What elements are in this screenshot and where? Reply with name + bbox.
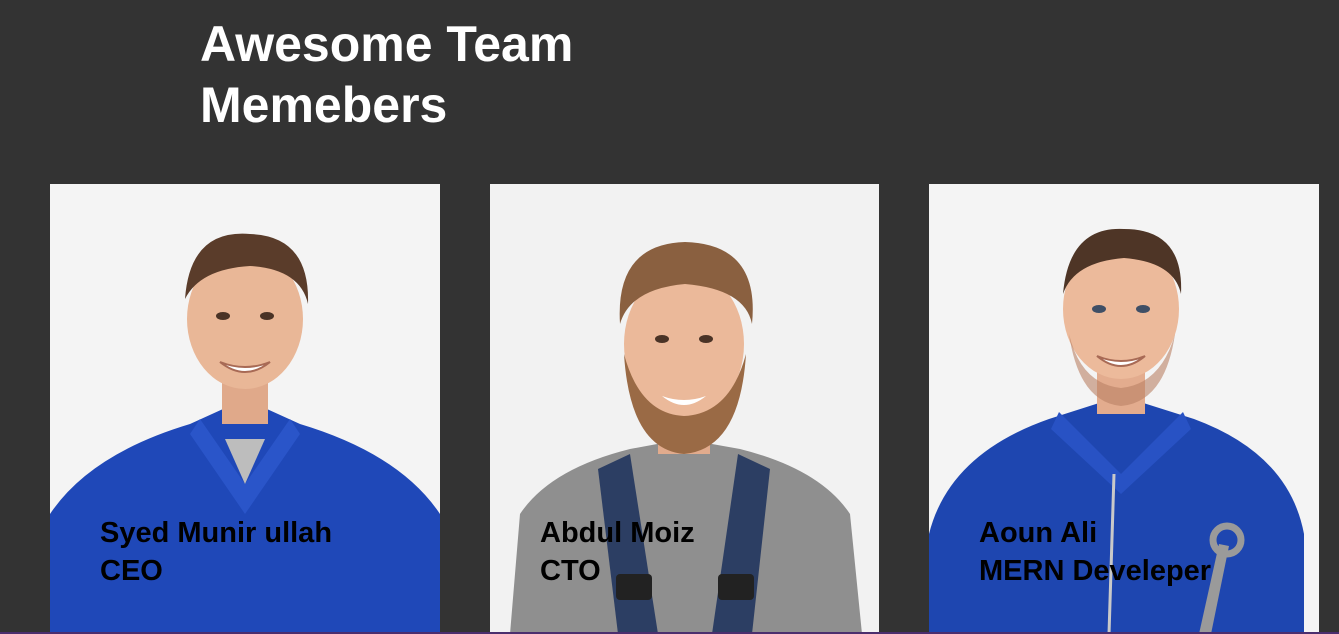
team-member-role: CEO xyxy=(100,555,163,587)
team-member-caption-1: Syed Munir ullah CEO xyxy=(100,514,332,590)
team-member-card-3: Aoun Ali MERN Develeper xyxy=(929,184,1319,634)
team-member-role: MERN Develeper xyxy=(979,555,1212,587)
team-member-caption-2: Abdul Moiz CTO xyxy=(540,514,695,590)
team-member-name: Abdul Moiz xyxy=(540,517,695,549)
team-member-name: Syed Munir ullah xyxy=(100,517,333,549)
team-member-role: CTO xyxy=(540,555,601,587)
team-member-card-1: Syed Munir ullah CEO xyxy=(50,184,440,634)
section-title-line-2: Memebers xyxy=(200,77,448,133)
section-title: Awesome Team Memebers xyxy=(200,14,720,136)
team-member-caption-3: Aoun Ali MERN Develeper xyxy=(979,514,1211,590)
section-title-line-1: Awesome Team xyxy=(200,16,574,72)
team-member-name: Aoun Ali xyxy=(979,517,1098,549)
team-member-card-2: Abdul Moiz CTO xyxy=(490,184,879,634)
